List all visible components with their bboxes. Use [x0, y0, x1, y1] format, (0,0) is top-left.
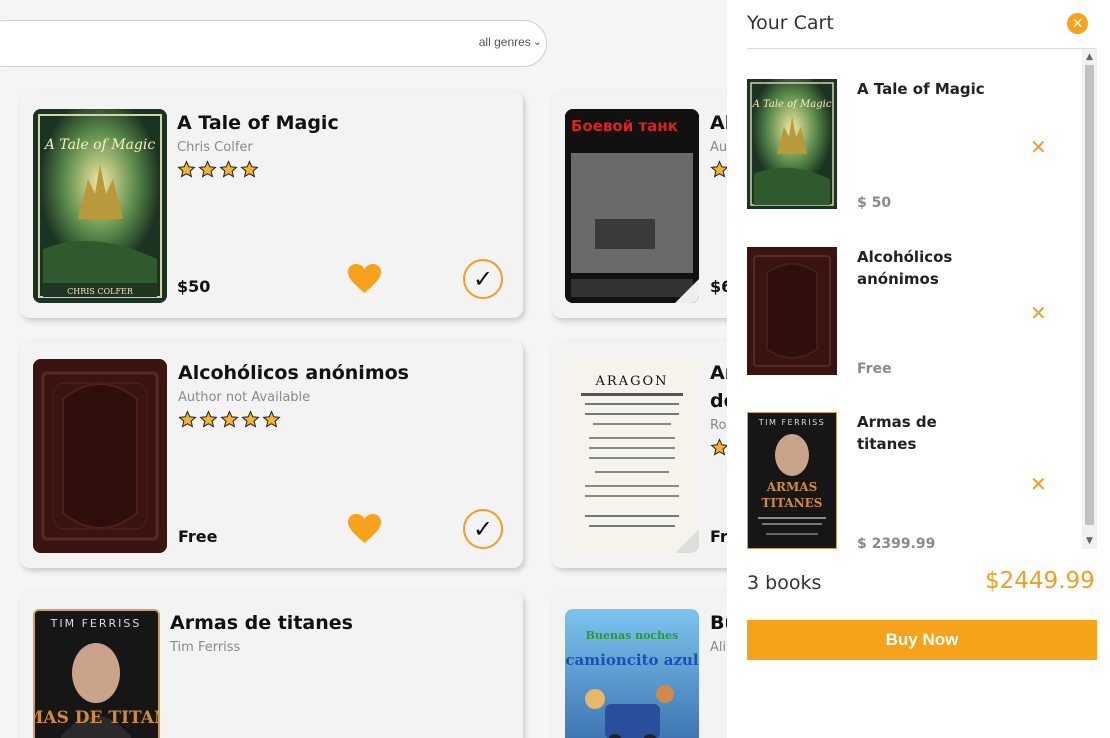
- cover-author-text: TIM FERRISS: [50, 617, 142, 630]
- book-cover[interactable]: [33, 359, 167, 553]
- book-author-partial: Au: [710, 140, 728, 155]
- book-card[interactable]: A Tale of Magic CHRIS COLFER A Tale of M…: [20, 91, 523, 318]
- svg-text:ARMAS: ARMAS: [766, 480, 818, 494]
- book-title: Armas de titanes: [170, 612, 353, 634]
- heart-icon[interactable]: [348, 514, 381, 544]
- star-icon: [240, 160, 259, 178]
- book-cover-art: ARAGON: [565, 359, 699, 553]
- cover-author-text: CHRIS COLFER: [67, 287, 134, 296]
- cover-author-text: TIM FERRISS: [758, 418, 825, 427]
- svg-text:camioncito azul: camioncito azul: [565, 651, 698, 669]
- book-cover[interactable]: A Tale of Magic CHRIS COLFER: [33, 109, 167, 303]
- book-price-partial: Fr: [710, 527, 728, 546]
- star-icon: [241, 410, 260, 428]
- book-price: $50: [177, 277, 211, 296]
- buy-now-button[interactable]: Buy Now: [747, 620, 1097, 660]
- book-card[interactable]: TIM FERRISS ARMAS DE TITANES Armas de ti…: [20, 591, 523, 738]
- cart-item-price: $ 2399.99: [857, 536, 936, 549]
- cart-book-count: 3 books: [747, 572, 822, 594]
- star-icon: [198, 160, 217, 178]
- cover-title-text: Боевой танк: [571, 117, 678, 135]
- book-author: Tim Ferriss: [170, 640, 241, 655]
- remove-item-icon[interactable]: ✕: [1030, 135, 1047, 159]
- cover-title-text: ARMAS DE TITANES: [35, 708, 158, 728]
- book-cover-art: A Tale of Magic: [747, 79, 837, 209]
- close-icon[interactable]: ✕: [1067, 13, 1088, 34]
- book-title: A Tale of Magic: [177, 112, 339, 134]
- add-to-cart-check-button[interactable]: ✓: [463, 509, 503, 549]
- book-author-partial: Ali: [710, 640, 727, 655]
- cart-item-cover: [747, 247, 837, 375]
- book-cover[interactable]: Buenas noches camioncito azul: [565, 609, 699, 738]
- svg-text:TITANES: TITANES: [762, 496, 823, 510]
- cart-total-price: $2449.99: [985, 568, 1095, 594]
- svg-text:A Tale of Magic: A Tale of Magic: [752, 99, 832, 110]
- remove-item-icon[interactable]: ✕: [1030, 301, 1047, 325]
- cart-panel: Your Cart ✕ A Tale of Magic A Tale of Ma…: [727, 0, 1110, 738]
- book-cover-art: TIM FERRISS ARMAS TITANES: [748, 413, 836, 548]
- book-price: Free: [178, 527, 218, 546]
- cart-scrollbar[interactable]: ▲ ▼: [1082, 49, 1097, 549]
- heart-icon[interactable]: [348, 264, 381, 294]
- cover-title-text: ARAGON: [595, 374, 669, 389]
- star-icon: [199, 410, 218, 428]
- svg-text:A Tale of Magic: A Tale of Magic: [43, 137, 156, 153]
- remove-item-icon[interactable]: ✕: [1030, 472, 1047, 496]
- book-author: Author not Available: [178, 390, 311, 405]
- book-cover[interactable]: TIM FERRISS ARMAS DE TITANES: [33, 609, 160, 738]
- star-icon: [178, 410, 197, 428]
- scrollbar-thumb[interactable]: [1085, 65, 1094, 525]
- cart-item-cover: TIM FERRISS ARMAS TITANES: [747, 412, 837, 549]
- book-cover-art: Боевой танк: [565, 109, 699, 303]
- star-icon: [220, 410, 239, 428]
- cart-item-price: Free: [857, 361, 892, 377]
- book-cover-art: TIM FERRISS ARMAS DE TITANES: [35, 611, 158, 738]
- book-card[interactable]: Alcohólicos anónimos Author not Availabl…: [20, 341, 523, 568]
- genre-select[interactable]: all genres ⌄: [479, 35, 542, 49]
- cart-item-title: Armas de titanes: [857, 413, 937, 453]
- cart-title: Your Cart: [747, 12, 834, 34]
- genre-select-value: all genres: [478, 35, 531, 49]
- book-author-partial: Ro: [710, 418, 727, 433]
- book-cover[interactable]: Боевой танк: [565, 109, 699, 303]
- search-bar[interactable]: all genres ⌄: [0, 20, 547, 67]
- scroll-up-arrow-icon[interactable]: ▲: [1082, 50, 1097, 64]
- chevron-down-icon: ⌄: [532, 35, 542, 48]
- star-icon: [177, 160, 196, 178]
- cart-item: TIM FERRISS ARMAS TITANES Armas de titan…: [747, 412, 1082, 549]
- svg-text:Buenas noches: Buenas noches: [586, 629, 679, 642]
- cart-item-title: A Tale of Magic: [857, 80, 985, 98]
- cart-item: A Tale of Magic A Tale of Magic ✕ $ 50: [747, 79, 1082, 239]
- rating-stars: [178, 410, 281, 429]
- rating-stars: [177, 160, 259, 179]
- book-cover-art: Buenas noches camioncito azul: [565, 609, 699, 738]
- book-title: Alcohólicos anónimos: [178, 362, 409, 384]
- book-author: Chris Colfer: [177, 140, 253, 155]
- cart-item-list[interactable]: A Tale of Magic A Tale of Magic ✕ $ 50 A…: [747, 49, 1097, 549]
- book-cover[interactable]: ARAGON: [565, 359, 699, 553]
- cart-item: Alcohólicos anónimos ✕ Free: [747, 247, 1082, 407]
- star-icon: [262, 410, 281, 428]
- star-icon: [219, 160, 238, 178]
- book-cover-art: [33, 359, 167, 553]
- book-cover-art: A Tale of Magic CHRIS COLFER: [33, 109, 167, 303]
- cart-item-title: Alcohólicos anónimos: [857, 248, 953, 288]
- book-cover-art: [747, 247, 837, 375]
- cart-item-cover: A Tale of Magic: [747, 79, 837, 209]
- scroll-down-arrow-icon[interactable]: ▼: [1082, 534, 1097, 548]
- add-to-cart-check-button[interactable]: ✓: [463, 259, 503, 299]
- cart-item-price: $ 50: [857, 195, 892, 211]
